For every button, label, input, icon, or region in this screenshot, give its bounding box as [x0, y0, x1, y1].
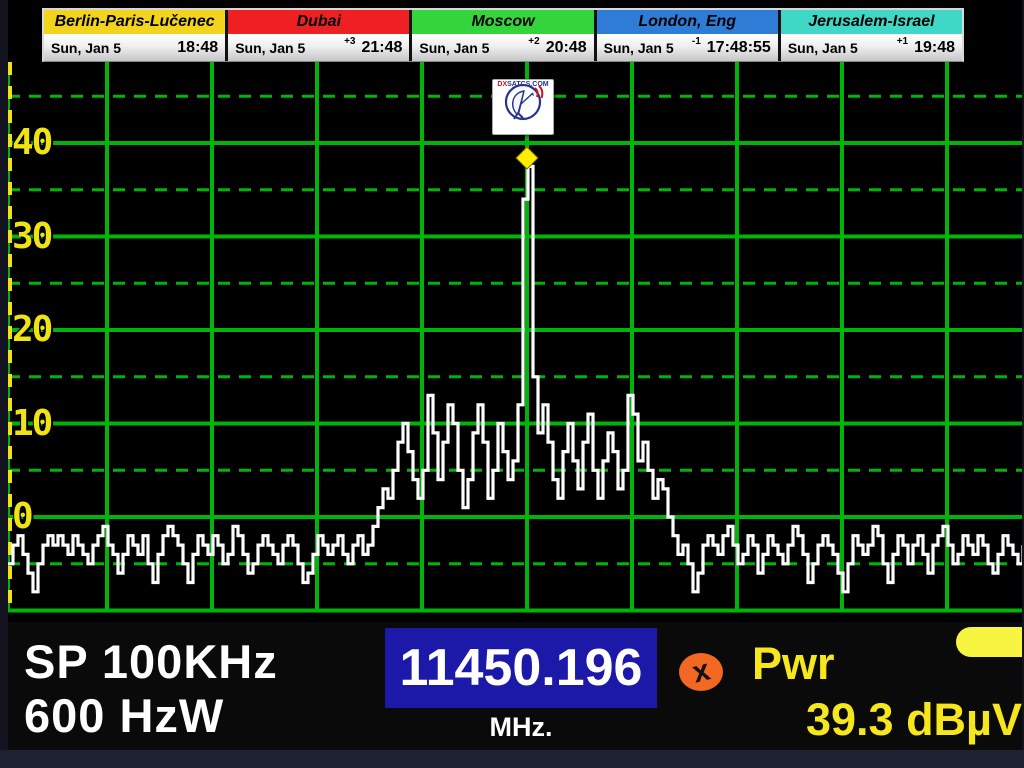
satellite-dish-icon [493, 80, 553, 124]
dxsatcs-logo: DXSATCS.COM [492, 79, 554, 135]
clock-city-label: Jerusalem-Israel [781, 10, 962, 34]
clock-utc-offset: -1 [692, 34, 701, 47]
readout-bar: SP 100KHz 600 HzW 11450.196 MHz. x Pwr 3… [0, 622, 1024, 750]
clock-date: Sun, Jan 5 [419, 40, 489, 56]
screen-bottom-border [0, 750, 1024, 768]
peak-marker-diamond [516, 147, 538, 169]
clock-date: Sun, Jan 5 [604, 40, 674, 56]
spectrum-analyzer-screen: Berlin-Paris-Lučenec Sun, Jan 5 18:48 Du… [0, 0, 1024, 768]
clock-time: 19:48 [914, 39, 955, 57]
y-axis-label-20: 20 [12, 309, 82, 351]
y-axis-label-40: 40 [12, 122, 82, 164]
clock-datetime: Sun, Jan 5 -1 17:48:55 [597, 34, 778, 61]
y-axis-label-0: 0 [12, 496, 82, 538]
y-axis-label-10: 10 [12, 403, 82, 445]
clock-date: Sun, Jan 5 [788, 40, 858, 56]
spectrum-plot: DXSATCS.COM 50 40 30 20 10 0 [0, 62, 1024, 622]
span-setting-label: SP 100KHz [24, 634, 278, 689]
clock-utc-offset: +2 [528, 34, 539, 47]
clock-utc-offset: +1 [897, 34, 908, 47]
y-axis-label-50: 50 [12, 62, 82, 71]
clock-datetime: Sun, Jan 5 +1 19:48 [781, 34, 962, 61]
clock-utc-offset: +3 [344, 34, 355, 47]
clock-date: Sun, Jan 5 [235, 40, 305, 56]
clock-datetime: Sun, Jan 5 18:48 [44, 34, 225, 61]
clock-city-label: Dubai [228, 10, 409, 34]
clock-panel-dubai: Dubai Sun, Jan 5 +3 21:48 [228, 10, 409, 61]
spectrum-trace [8, 166, 1023, 591]
clock-panel-london: London, Eng Sun, Jan 5 -1 17:48:55 [597, 10, 778, 61]
clock-datetime: Sun, Jan 5 +3 21:48 [228, 34, 409, 61]
clock-panel-jerusalem: Jerusalem-Israel Sun, Jan 5 +1 19:48 [781, 10, 962, 61]
world-clock-bar: Berlin-Paris-Lučenec Sun, Jan 5 18:48 Du… [42, 8, 964, 62]
clock-city-label: Berlin-Paris-Lučenec [44, 10, 225, 34]
frequency-display[interactable]: 11450.196 [385, 628, 657, 708]
clock-time: 17:48:55 [707, 39, 771, 57]
frequency-unit-label: MHz. [385, 712, 657, 743]
yellow-indicator-pill[interactable] [956, 627, 1024, 657]
spectrum-grid-and-trace [0, 62, 1024, 622]
clock-city-label: Moscow [412, 10, 593, 34]
clock-date: Sun, Jan 5 [51, 40, 121, 56]
power-label: Pwr [752, 638, 835, 690]
clock-panel-moscow: Moscow Sun, Jan 5 +2 20:48 [412, 10, 593, 61]
clock-datetime: Sun, Jan 5 +2 20:48 [412, 34, 593, 61]
power-value: 39.3 dBµV [700, 694, 1022, 746]
clock-time: 20:48 [546, 39, 587, 57]
clock-city-label: London, Eng [597, 10, 778, 34]
bandwidth-setting-label: 600 HzW [24, 688, 224, 743]
screen-left-border [0, 0, 8, 768]
x-icon: x [689, 655, 712, 688]
clear-button[interactable]: x [679, 653, 723, 691]
clock-panel-berlin: Berlin-Paris-Lučenec Sun, Jan 5 18:48 [44, 10, 225, 61]
clock-time: 18:48 [177, 39, 218, 57]
clock-time: 21:48 [361, 39, 402, 57]
y-axis-label-30: 30 [12, 216, 82, 258]
frequency-value: 11450.196 [400, 638, 643, 698]
